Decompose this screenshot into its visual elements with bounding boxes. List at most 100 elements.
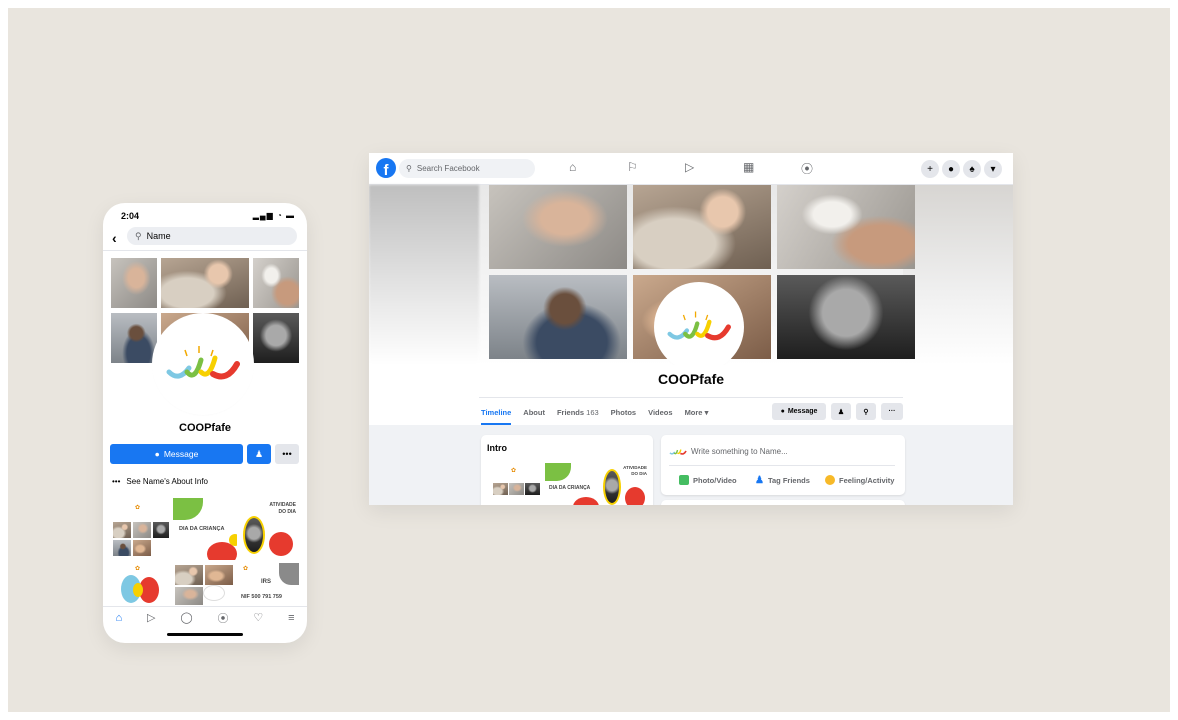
search-profile-button[interactable]: ⚲ bbox=[856, 403, 876, 420]
messenger-icon[interactable]: ● bbox=[942, 160, 960, 178]
tab-friends-label: Friends bbox=[556, 408, 585, 417]
post-photo bbox=[509, 483, 524, 495]
page-name: COOPfafe bbox=[657, 371, 725, 387]
cover-photo-cup bbox=[777, 185, 915, 269]
intro-thumbnail-collage[interactable]: ✿ bbox=[491, 463, 543, 505]
search-input[interactable]: ⚲ Search Facebook bbox=[399, 159, 535, 178]
ellipsis-icon: ••• bbox=[112, 477, 121, 486]
grey-shape bbox=[279, 563, 299, 585]
home-icon[interactable]: ⌂ bbox=[569, 160, 576, 174]
cover-photo-laughing bbox=[161, 258, 249, 308]
back-icon[interactable]: ‹ bbox=[112, 230, 117, 246]
green-shape bbox=[545, 463, 571, 481]
poster-title: DIA DA CRIANÇA bbox=[549, 485, 591, 491]
notifications-bell-icon[interactable]: ♠ bbox=[963, 160, 981, 178]
tab-more[interactable]: More ▾ bbox=[685, 408, 709, 425]
cover-photo-girl bbox=[489, 275, 627, 359]
home-icon[interactable]: ⌂ bbox=[115, 612, 122, 624]
divider bbox=[479, 397, 903, 398]
pages-flag-icon[interactable]: ⚐ bbox=[627, 160, 638, 174]
poster-oval-photo bbox=[603, 469, 621, 505]
post-thumbnail-atividade[interactable]: ATIVIDADE DO DIA bbox=[239, 498, 299, 560]
green-shape bbox=[173, 498, 203, 520]
facebook-logo[interactable]: f bbox=[376, 158, 396, 178]
mini-logo-icon: ✿ bbox=[243, 566, 249, 572]
tab-videos[interactable]: Videos bbox=[648, 408, 672, 425]
account-dropdown-icon[interactable]: ▾ bbox=[984, 160, 1002, 178]
red-shape bbox=[625, 487, 645, 505]
tab-about[interactable]: About bbox=[523, 408, 545, 425]
composer-avatar-logo bbox=[669, 449, 687, 455]
intro-thumbnail-dia-crianca[interactable]: DIA DA CRIANÇA bbox=[545, 463, 599, 505]
groups-icon[interactable]: ⦿ bbox=[218, 610, 229, 626]
profile-icon[interactable]: ◯ bbox=[180, 611, 192, 624]
more-options-button[interactable]: ··· bbox=[881, 403, 903, 420]
yellow-egg bbox=[133, 583, 143, 597]
poster-nif: NIF 500 791 759 bbox=[241, 594, 282, 600]
poster-title-2: DO DIA bbox=[278, 509, 297, 515]
marketplace-icon[interactable]: ▦ bbox=[743, 160, 754, 174]
tab-photos[interactable]: Photos bbox=[611, 408, 636, 425]
presentation-background: 2:04 ▂▄▆ ◔ ▬ ‹ ⚲ Name COOPfafe ● Message… bbox=[8, 8, 1170, 712]
post-thumbnail-photos[interactable] bbox=[173, 563, 237, 605]
tag-friends-button[interactable]: ♟ Tag Friends bbox=[755, 475, 810, 486]
logo-badge bbox=[203, 585, 225, 601]
search-placeholder: Search Facebook bbox=[416, 164, 480, 173]
cover-photo-girl bbox=[111, 313, 157, 363]
tag-friends-label: Tag Friends bbox=[767, 476, 810, 485]
add-friend-button[interactable]: ♟ bbox=[247, 444, 271, 464]
mini-logo-icon: ✿ bbox=[135, 505, 141, 511]
post-photo bbox=[205, 565, 233, 585]
post-thumbnail-irs[interactable]: ✿ IRS NIF 500 791 759 bbox=[239, 563, 299, 605]
feeling-label: Feeling/Activity bbox=[839, 475, 895, 485]
create-plus-icon[interactable]: + bbox=[921, 160, 939, 178]
feeling-activity-button[interactable]: Feeling/Activity bbox=[825, 475, 894, 485]
composer-card: Write something to Name... Photo/Video ♟… bbox=[661, 435, 905, 495]
search-icon: ⚲ bbox=[135, 230, 142, 241]
cover-photo-old-man bbox=[253, 313, 299, 363]
search-input[interactable]: ⚲ Name bbox=[127, 227, 297, 245]
photo-video-button[interactable]: Photo/Video bbox=[679, 475, 737, 485]
see-about-info-link[interactable]: ••• See Name's About Info bbox=[112, 477, 208, 486]
post-thumbnail-dia-crianca[interactable]: DIA DA CRIANÇA bbox=[173, 498, 237, 560]
tab-timeline[interactable]: Timeline bbox=[481, 408, 512, 425]
tab-friends[interactable]: Friends 163 bbox=[557, 408, 599, 425]
message-label: Message bbox=[787, 408, 818, 415]
bell-icon[interactable]: ♡ bbox=[253, 611, 263, 624]
profile-logo[interactable] bbox=[155, 316, 251, 412]
profile-logo[interactable] bbox=[657, 285, 741, 369]
divider bbox=[103, 250, 307, 251]
bottom-navigation: ⌂ ▷ ◯ ⦿ ♡ ≡ bbox=[103, 606, 307, 628]
cover-photo-hands bbox=[489, 185, 627, 269]
post-thumbnail-collage[interactable]: ✿ bbox=[111, 498, 171, 560]
menu-icon[interactable]: ≡ bbox=[288, 612, 294, 624]
post-photo bbox=[175, 587, 203, 605]
search-icon: ⚲ bbox=[863, 408, 869, 416]
watch-icon[interactable]: ▷ bbox=[685, 160, 694, 174]
home-indicator bbox=[167, 633, 243, 636]
red-shape bbox=[573, 497, 599, 505]
intro-thumbnail-atividade[interactable]: ATIVIDADE DO DIA bbox=[601, 463, 649, 505]
next-post-card bbox=[661, 500, 905, 505]
message-button[interactable]: ● Message bbox=[110, 444, 243, 464]
cover-photo-laughing bbox=[633, 185, 771, 269]
message-button[interactable]: ● Message bbox=[772, 403, 826, 420]
compose-input[interactable]: Write something to Name... bbox=[691, 447, 788, 456]
post-thumbnail-eggs[interactable]: ✿ bbox=[111, 563, 171, 605]
add-friend-button[interactable]: ♟ bbox=[831, 403, 851, 420]
poster-title: DIA DA CRIANÇA bbox=[179, 526, 225, 532]
status-time: 2:04 bbox=[121, 211, 140, 221]
photo-icon bbox=[679, 475, 689, 485]
status-icons: ▂▄▆ ◔ ▬ bbox=[252, 211, 295, 220]
poster-irs: IRS bbox=[261, 579, 272, 585]
watch-icon[interactable]: ▷ bbox=[147, 611, 155, 624]
groups-icon[interactable]: ⦿ bbox=[801, 160, 813, 177]
cover-photo-hands bbox=[111, 258, 157, 308]
cover-photo-old-man bbox=[777, 275, 915, 359]
messenger-icon: ● bbox=[154, 449, 160, 459]
more-options-button[interactable]: ••• bbox=[275, 444, 299, 464]
photo-video-label: Photo/Video bbox=[693, 475, 737, 485]
about-info-label: See Name's About Info bbox=[126, 477, 208, 486]
add-person-icon: ♟ bbox=[254, 448, 264, 459]
status-bar: 2:04 ▂▄▆ ◔ ▬ bbox=[103, 203, 307, 229]
